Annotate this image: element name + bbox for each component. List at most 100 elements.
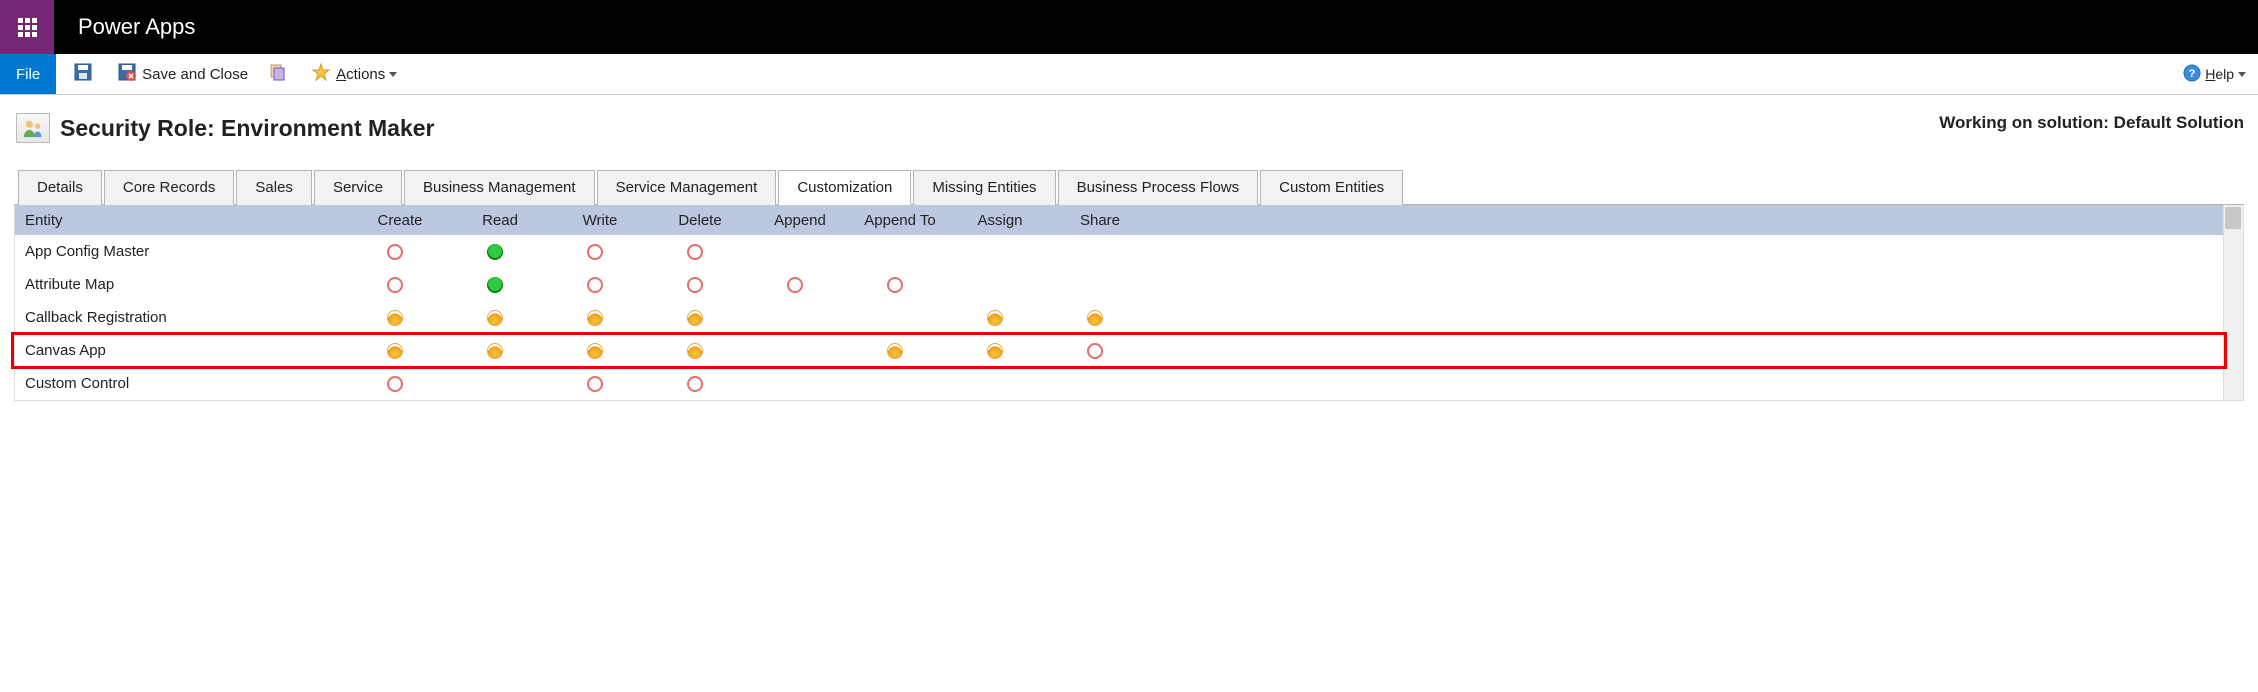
permission-cell[interactable]	[445, 343, 545, 359]
permission-cell[interactable]	[645, 310, 745, 326]
permission-cell[interactable]	[645, 343, 745, 359]
page-title: Security Role: Environment Maker	[60, 115, 435, 142]
table-row: Attribute Map	[15, 268, 2223, 301]
copy-role-button[interactable]	[268, 63, 292, 85]
permission-cell[interactable]	[945, 310, 1045, 326]
security-role-icon	[16, 113, 50, 143]
permission-user-icon	[887, 343, 903, 359]
permission-user-icon	[1087, 310, 1103, 326]
permission-cell[interactable]	[1045, 343, 1145, 359]
help-menu[interactable]: ? Help	[2183, 64, 2246, 85]
permission-org-icon	[487, 244, 503, 260]
table-row: Custom Control	[15, 367, 2223, 400]
permission-cell[interactable]	[445, 277, 545, 293]
column-header-create[interactable]: Create	[345, 212, 445, 229]
permission-cell[interactable]	[545, 376, 645, 392]
permission-none-icon	[687, 376, 703, 392]
permission-cell[interactable]	[545, 277, 645, 293]
tab-service[interactable]: Service	[314, 170, 402, 205]
permission-none-icon	[387, 244, 403, 260]
tab-core-records[interactable]: Core Records	[104, 170, 235, 205]
tab-sales[interactable]: Sales	[236, 170, 312, 205]
permission-user-icon	[987, 343, 1003, 359]
permission-user-icon	[487, 310, 503, 326]
tab-business-management[interactable]: Business Management	[404, 170, 595, 205]
chevron-down-icon	[2238, 72, 2246, 77]
permission-none-icon	[387, 376, 403, 392]
permission-org-icon	[487, 277, 503, 293]
permission-none-icon	[787, 277, 803, 293]
column-header-assign[interactable]: Assign	[945, 212, 1045, 229]
permission-none-icon	[587, 277, 603, 293]
chevron-down-icon	[389, 72, 397, 77]
tab-service-management[interactable]: Service Management	[597, 170, 777, 205]
save-icon	[74, 63, 92, 85]
permission-cell[interactable]	[445, 244, 545, 260]
permission-none-icon	[887, 277, 903, 293]
tab-custom-entities[interactable]: Custom Entities	[1260, 170, 1403, 205]
permission-cell[interactable]	[545, 244, 645, 260]
permission-cell[interactable]	[345, 244, 445, 260]
permission-user-icon	[387, 310, 403, 326]
permission-none-icon	[1087, 343, 1103, 359]
help-icon: ?	[2183, 64, 2201, 85]
column-header-share[interactable]: Share	[1045, 212, 1145, 229]
solution-label: Working on solution: Default Solution	[1939, 113, 2244, 133]
permission-cell[interactable]	[545, 343, 645, 359]
tab-business-process-flows[interactable]: Business Process Flows	[1058, 170, 1259, 205]
tab-customization[interactable]: Customization	[778, 170, 911, 205]
permission-cell[interactable]	[845, 343, 945, 359]
permission-none-icon	[687, 277, 703, 293]
column-header-entity[interactable]: Entity	[15, 212, 345, 229]
permission-none-icon	[687, 244, 703, 260]
save-button[interactable]	[74, 63, 98, 85]
table-row: App Config Master	[15, 235, 2223, 268]
column-header-read[interactable]: Read	[445, 212, 545, 229]
column-header-delete[interactable]: Delete	[645, 212, 745, 229]
help-label-rest: elp	[2215, 66, 2234, 82]
vertical-scrollbar[interactable]	[2223, 205, 2243, 400]
entity-name[interactable]: Attribute Map	[15, 276, 345, 293]
permission-user-icon	[687, 343, 703, 359]
permission-user-icon	[587, 343, 603, 359]
table-row: Callback Registration	[15, 301, 2223, 334]
file-menu[interactable]: File	[0, 54, 56, 94]
permission-user-icon	[687, 310, 703, 326]
save-and-close-button[interactable]: Save and Close	[118, 63, 248, 85]
tab-missing-entities[interactable]: Missing Entities	[913, 170, 1055, 205]
permission-cell[interactable]	[945, 343, 1045, 359]
save-close-icon	[118, 63, 136, 85]
permission-cell[interactable]	[645, 277, 745, 293]
permission-cell[interactable]	[645, 376, 745, 392]
permission-cell[interactable]	[1045, 310, 1145, 326]
actions-menu[interactable]: Actions	[312, 63, 397, 85]
entity-name[interactable]: App Config Master	[15, 243, 345, 260]
column-header-write[interactable]: Write	[545, 212, 645, 229]
column-header-append[interactable]: Append	[745, 212, 845, 229]
waffle-icon	[18, 18, 37, 37]
permission-cell[interactable]	[545, 310, 645, 326]
permission-user-icon	[587, 310, 603, 326]
actions-label-u: A	[336, 66, 346, 83]
permission-cell[interactable]	[345, 277, 445, 293]
app-launcher[interactable]	[0, 0, 54, 54]
permission-cell[interactable]	[345, 310, 445, 326]
actions-label-rest: ctions	[346, 66, 385, 83]
permission-none-icon	[587, 244, 603, 260]
permission-cell[interactable]	[445, 310, 545, 326]
permission-cell[interactable]	[645, 244, 745, 260]
tab-details[interactable]: Details	[18, 170, 102, 205]
permission-cell[interactable]	[345, 376, 445, 392]
entity-name[interactable]: Canvas App	[15, 342, 345, 359]
column-header-append-to[interactable]: Append To	[845, 212, 945, 229]
permission-user-icon	[987, 310, 1003, 326]
permission-cell[interactable]	[845, 277, 945, 293]
permission-cell[interactable]	[745, 277, 845, 293]
actions-icon	[312, 63, 330, 85]
entity-name[interactable]: Custom Control	[15, 375, 345, 392]
table-row: Canvas App	[15, 334, 2223, 367]
permission-cell[interactable]	[345, 343, 445, 359]
entity-name[interactable]: Callback Registration	[15, 309, 345, 326]
svg-text:?: ?	[2189, 68, 2196, 80]
brand-title: Power Apps	[54, 0, 195, 54]
